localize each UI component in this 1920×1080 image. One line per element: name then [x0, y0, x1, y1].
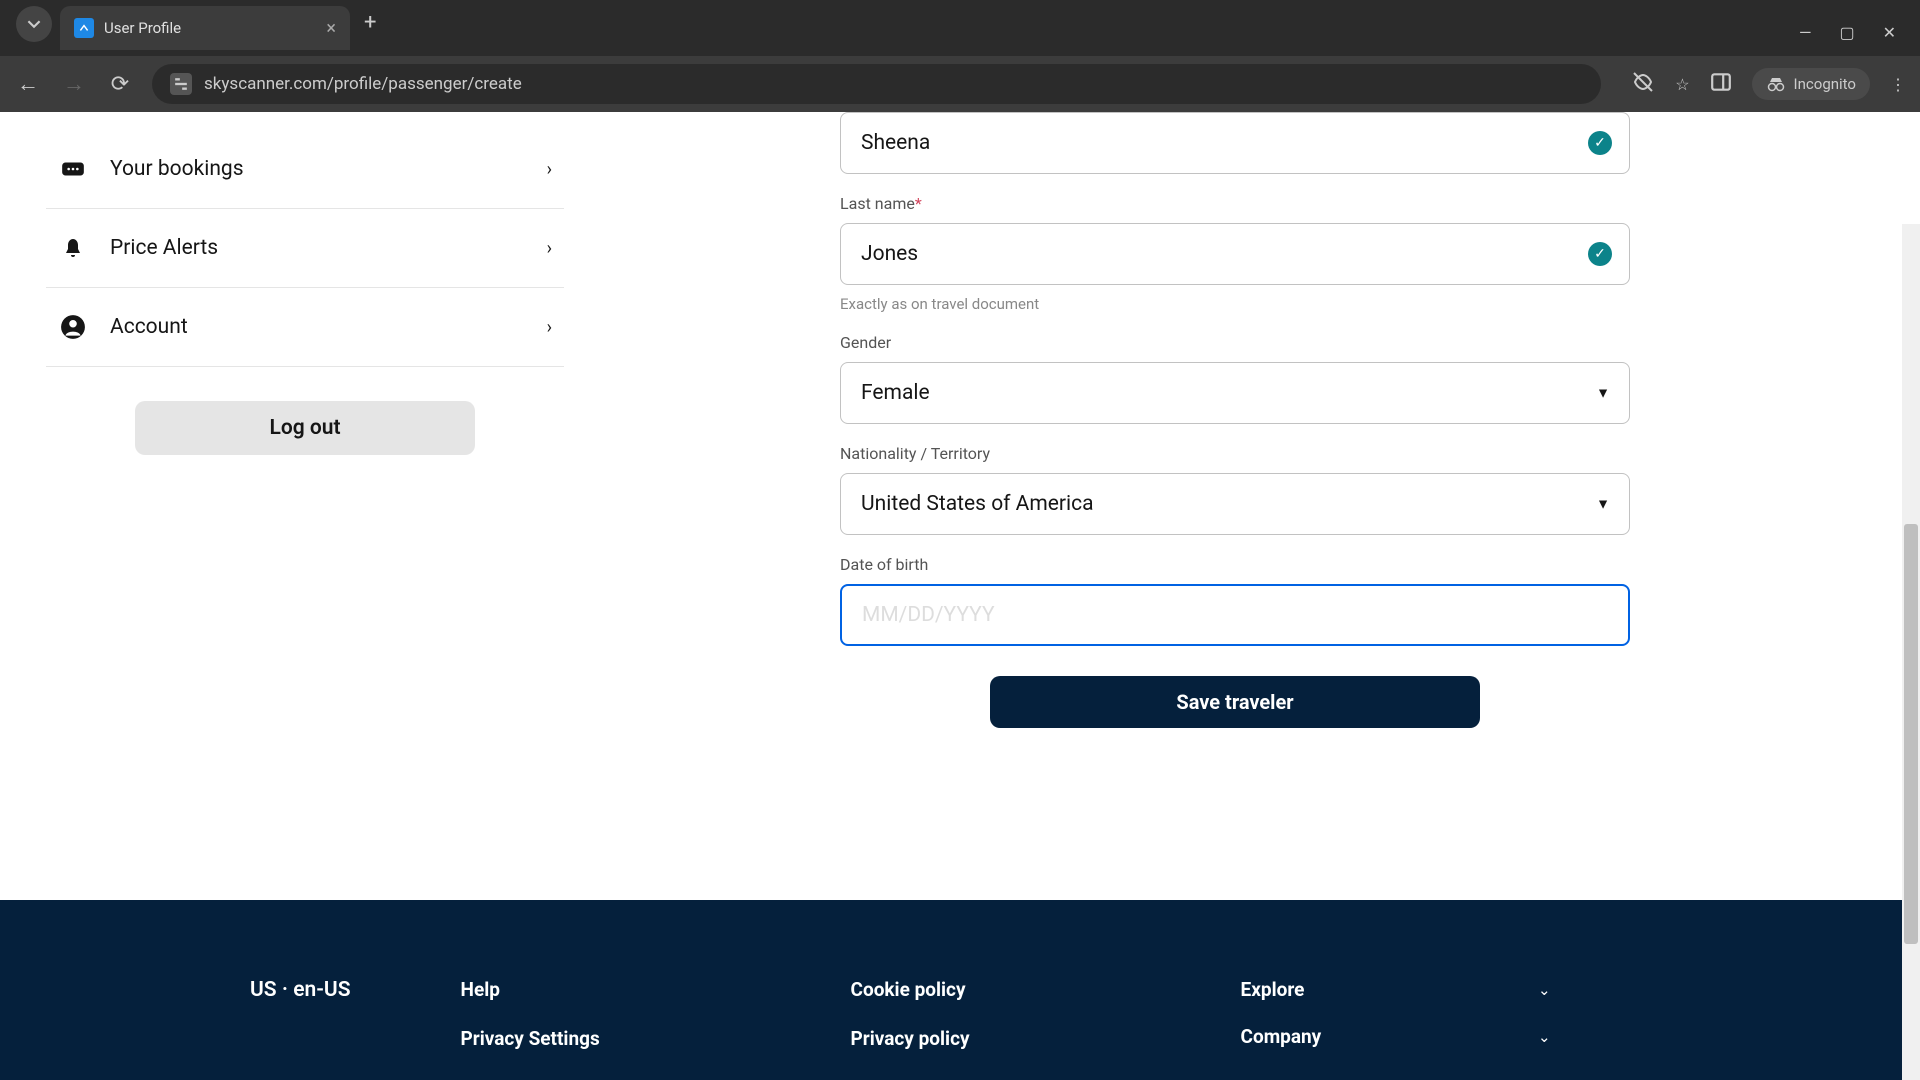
tab-search-button[interactable]: [16, 6, 52, 42]
url-input[interactable]: skyscanner.com/profile/passenger/create: [152, 64, 1601, 104]
sidebar-item-label: Your bookings: [110, 157, 547, 181]
site-settings-icon[interactable]: [170, 73, 192, 95]
maximize-button[interactable]: ▢: [1839, 23, 1854, 42]
incognito-icon: [1766, 74, 1786, 94]
sidebar-item-alerts[interactable]: Price Alerts ›: [46, 209, 564, 288]
checkmark-icon: ✓: [1588, 131, 1612, 155]
person-icon: [58, 312, 88, 342]
browser-tab-strip: User Profile × + — ▢ ✕: [0, 0, 1920, 56]
dob-input[interactable]: [840, 584, 1630, 646]
bell-icon: [58, 233, 88, 263]
dob-label: Date of birth: [840, 555, 1630, 574]
chevron-right-icon: ›: [547, 238, 552, 259]
save-traveler-button[interactable]: Save traveler: [990, 676, 1480, 728]
browser-menu-button[interactable]: ⋮: [1890, 75, 1906, 94]
incognito-label: Incognito: [1794, 75, 1856, 93]
nationality-label: Nationality / Territory: [840, 444, 1630, 463]
sidebar-item-bookings[interactable]: Your bookings ›: [46, 130, 564, 209]
gender-select[interactable]: [840, 362, 1630, 424]
first-name-input[interactable]: [840, 112, 1630, 174]
scrollbar-thumb[interactable]: [1904, 524, 1918, 944]
footer-link-help[interactable]: Help: [461, 978, 741, 1001]
chevron-down-icon: [27, 17, 41, 31]
browser-tab[interactable]: User Profile ×: [60, 6, 350, 50]
footer-link-cookie[interactable]: Cookie policy: [851, 978, 1131, 1001]
last-name-input[interactable]: [840, 223, 1630, 285]
close-window-button[interactable]: ✕: [1883, 23, 1896, 42]
sidebar-item-account[interactable]: Account ›: [46, 288, 564, 367]
eye-off-icon[interactable]: [1631, 70, 1655, 98]
minimize-button[interactable]: —: [1799, 23, 1812, 42]
reload-button[interactable]: ⟳: [106, 72, 134, 97]
side-panel-icon[interactable]: [1710, 71, 1732, 97]
bookmark-star-icon[interactable]: ☆: [1675, 75, 1689, 94]
forward-button[interactable]: →: [60, 71, 88, 97]
footer-accordion-company[interactable]: Company ⌄: [1241, 1025, 1551, 1048]
new-tab-button[interactable]: +: [364, 10, 376, 35]
vertical-scrollbar[interactable]: [1902, 224, 1920, 1080]
chevron-down-icon: ⌄: [1538, 981, 1551, 999]
last-name-hint: Exactly as on travel document: [840, 295, 1630, 313]
sidebar-item-label: Account: [110, 315, 547, 339]
tab-close-button[interactable]: ×: [326, 18, 336, 39]
footer: US · en-US Help Privacy Settings Cookie …: [0, 900, 1902, 1080]
address-bar: ← → ⟳ skyscanner.com/profile/passenger/c…: [0, 56, 1920, 112]
incognito-badge[interactable]: Incognito: [1752, 68, 1870, 100]
chevron-right-icon: ›: [547, 317, 552, 338]
footer-link-privacy-settings[interactable]: Privacy Settings: [461, 1027, 741, 1050]
last-name-label: Last name*: [840, 194, 1630, 213]
tab-favicon: [74, 18, 94, 38]
locale-selector[interactable]: US · en-US: [250, 978, 351, 1002]
tab-title: User Profile: [104, 19, 316, 37]
logout-button[interactable]: Log out: [135, 401, 475, 455]
chevron-right-icon: ›: [547, 159, 552, 180]
nationality-select[interactable]: [840, 473, 1630, 535]
chevron-down-icon: ⌄: [1538, 1028, 1551, 1046]
checkmark-icon: ✓: [1588, 242, 1612, 266]
back-button[interactable]: ←: [14, 71, 42, 97]
footer-link-privacy-policy[interactable]: Privacy policy: [851, 1027, 1131, 1050]
ticket-icon: [58, 154, 88, 184]
url-text: skyscanner.com/profile/passenger/create: [204, 74, 522, 94]
gender-label: Gender: [840, 333, 1630, 352]
footer-accordion-explore[interactable]: Explore ⌄: [1241, 978, 1551, 1001]
sidebar-item-label: Price Alerts: [110, 236, 547, 260]
